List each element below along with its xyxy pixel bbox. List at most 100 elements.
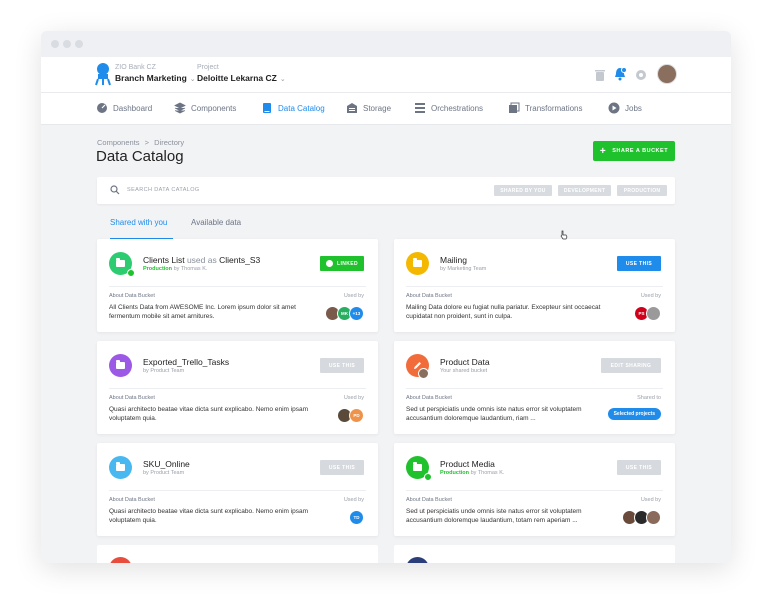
divider [406,388,663,389]
nav-label: Data Catalog [278,103,325,113]
shared-to-label: Shared to [637,395,661,401]
orchestrations-icon [415,103,425,113]
nav-label: Transformations [525,103,583,113]
bucket-description: Mailing Data dolore eu fugiat nulla pari… [406,304,601,320]
nav-item-storage[interactable]: Storage [346,102,391,114]
user-avatars[interactable]: TD [349,510,364,525]
bucket-card-partial[interactable] [97,545,378,563]
breadcrumb: Components > Directory [97,138,184,147]
bucket-card[interactable]: Mailing by Marketing Team USE THIS About… [394,239,675,332]
avatar[interactable]: PD [349,408,364,423]
folder-icon [109,354,132,377]
bucket-card[interactable]: Exported_Trello_Tasks by Product Team US… [97,341,378,434]
bucket-card-partial[interactable] [394,545,675,563]
folder-icon [406,557,429,563]
bucket-title[interactable]: Exported_Trello_Tasks [143,357,229,367]
share-bucket-button[interactable]: + SHARE A BUCKET [593,141,675,161]
plus-icon: + [599,145,607,157]
gear-icon[interactable] [634,68,648,82]
logo-icon[interactable] [94,62,112,86]
org-label: ZIO Bank CZ [115,64,156,71]
avatar[interactable] [646,510,661,525]
bucket-title[interactable]: Product Data [440,357,490,367]
user-avatars[interactable]: PD [337,408,364,423]
window-dot[interactable] [75,40,83,48]
about-label: About Data Bucket [406,497,452,503]
dashboard-icon [97,103,107,113]
bucket-title[interactable]: Clients List [143,255,185,265]
user-avatar[interactable] [657,64,677,84]
nav-label: Storage [363,103,392,113]
use-this-button[interactable]: USE THIS [320,460,364,475]
search-input[interactable]: SEARCH DATA CATALOG [127,187,200,193]
linked-button[interactable]: LINKED [320,256,364,271]
avatar[interactable] [646,306,661,321]
bucket-description: Sed ut perspiciatis unde omnis iste natu… [406,406,582,422]
user-avatars[interactable] [622,510,661,525]
nav-item-data-catalog[interactable]: Data Catalog [261,102,325,114]
owner-avatar [418,368,429,379]
used-by-label: Used by [640,497,661,503]
user-avatars[interactable]: +13 MK [325,306,364,321]
bucket-card[interactable]: Product Data Your shared bucket EDIT SHA… [394,341,675,434]
nav-item-jobs[interactable]: Jobs [608,102,642,114]
avatar[interactable]: TD [349,510,364,525]
nav-item-transformations[interactable]: Transformations [508,102,583,114]
search-icon [110,185,120,195]
bucket-alias: Clients_S3 [219,255,261,265]
jobs-icon [608,102,620,114]
bucket-title[interactable]: Mailing [440,255,467,265]
bell-icon[interactable] [613,67,627,81]
nav-item-components[interactable]: Components [174,102,236,114]
bucket-title[interactable]: SKU_Online [143,459,190,469]
components-icon [174,102,186,114]
filter-production[interactable]: PRODUCTION [617,185,667,196]
project-name: Deloitte Lekarna CZ [197,73,277,83]
edit-sharing-button[interactable]: EDIT SHARING [601,358,661,373]
share-bucket-label: SHARE A BUCKET [612,148,669,154]
stage-label: Production [143,266,173,272]
divider [406,490,663,491]
bucket-title[interactable]: Product Media [440,459,495,469]
nav-label: Jobs [625,103,642,113]
nav-item-orchestrations[interactable]: Orchestrations [414,102,483,114]
online-indicator [424,473,432,481]
window-dot[interactable] [51,40,59,48]
online-indicator [127,269,135,277]
breadcrumb-parent[interactable]: Components [97,138,140,147]
bucket-owner: by Thomas K. [470,470,505,476]
chevron-down-icon: ⌄ [189,76,196,83]
top-header: ZIO Bank CZ Branch Marketing ⌄ Project De… [41,57,731,93]
tab-shared-with-you[interactable]: Shared with you [110,218,167,227]
search-bar[interactable]: SEARCH DATA CATALOG SHARED BY YOU DEVELO… [97,177,675,204]
tab-available-data[interactable]: Available data [191,218,241,227]
bucket-owner: by Thomas K. [173,266,208,272]
selected-projects-badge[interactable]: Selected projects [607,408,661,420]
used-by-label: Used by [343,395,364,401]
use-this-button[interactable]: USE THIS [617,460,661,475]
bucket-card[interactable]: Clients List used as Clients_S3 Producti… [97,239,378,332]
window-dot[interactable] [63,40,71,48]
nav-label: Orchestrations [431,103,484,113]
org-selector[interactable]: ZIO Bank CZ Branch Marketing ⌄ [115,63,196,86]
bucket-owner: Your shared bucket [440,368,488,374]
filter-development[interactable]: DEVELOPMENT [558,185,611,196]
nav-item-dashboard[interactable]: Dashboard [96,102,152,114]
transformations-icon [509,102,520,113]
project-selector[interactable]: Project Deloitte Lekarna CZ ⌄ [197,63,286,86]
filter-shared-by-you[interactable]: SHARED BY YOU [494,185,552,196]
trash-icon[interactable] [593,68,607,82]
user-avatars[interactable]: PS [634,306,661,321]
bucket-card[interactable]: SKU_Online by Product Team USE THIS Abou… [97,443,378,536]
avatar-more-count[interactable]: +13 [349,306,364,321]
stage-label: Production [440,470,470,476]
breadcrumb-separator: > [144,138,150,147]
main-nav: Dashboard Components Data Catalog Storag… [41,93,731,125]
divider [109,388,366,389]
use-this-button[interactable]: USE THIS [617,256,661,271]
bucket-card[interactable]: Product Media Production by Thomas K. US… [394,443,675,536]
app-window: ZIO Bank CZ Branch Marketing ⌄ Project De… [41,31,731,563]
use-this-button[interactable]: USE THIS [320,358,364,373]
about-label: About Data Bucket [109,497,155,503]
storage-icon [347,103,357,113]
